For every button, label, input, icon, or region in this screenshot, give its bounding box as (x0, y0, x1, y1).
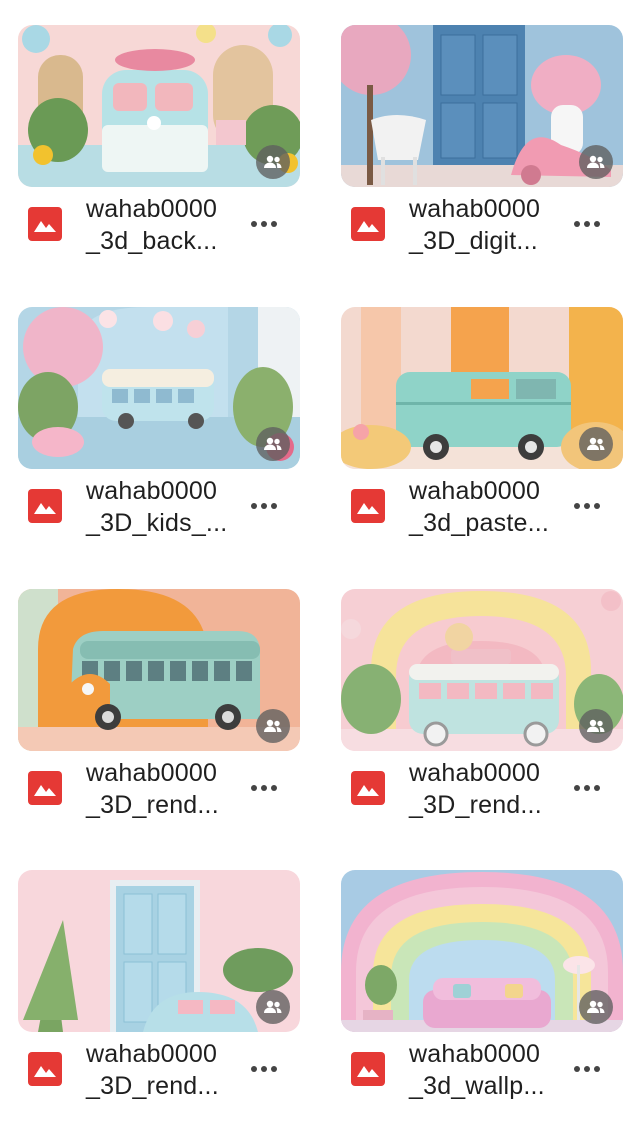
file-name-line2: _3d_wallp... (409, 1072, 545, 1100)
file-name: wahab0000 _3D_digit... (409, 193, 579, 257)
file-card[interactable]: wahab0000 _3D_rend... (18, 870, 300, 1120)
image-file-icon (351, 771, 385, 805)
thumbnail-image[interactable] (341, 25, 623, 187)
file-name: wahab0000 _3D_rend... (86, 1038, 256, 1102)
shared-people-icon (579, 427, 613, 461)
file-name-line1: wahab0000 (86, 477, 218, 505)
thumbnail-image[interactable] (341, 589, 623, 751)
more-options-icon[interactable] (246, 492, 282, 520)
image-file-icon (28, 207, 62, 241)
file-name: wahab0000 _3D_kids_... (86, 475, 256, 539)
file-name-line2: _3D_rend... (86, 1072, 219, 1100)
file-name-line2: _3D_rend... (86, 791, 219, 819)
image-file-icon (28, 771, 62, 805)
file-card[interactable]: wahab0000 _3d_back... (18, 25, 300, 275)
file-name-line2: _3D_kids_... (86, 509, 228, 537)
image-file-icon (351, 1052, 385, 1086)
file-name-line1: wahab0000 (409, 195, 541, 223)
file-name: wahab0000 _3D_rend... (86, 757, 256, 821)
file-name-line2: _3D_rend... (409, 791, 542, 819)
more-options-icon[interactable] (569, 774, 605, 802)
file-card[interactable]: wahab0000 _3D_kids_... (18, 307, 300, 557)
thumbnail-image[interactable] (18, 870, 300, 1032)
file-name-line2: _3d_paste... (409, 509, 550, 537)
shared-people-icon (579, 990, 613, 1024)
file-card[interactable]: wahab0000 _3D_rend... (18, 589, 300, 839)
more-options-icon[interactable] (569, 1055, 605, 1083)
shared-people-icon (256, 990, 290, 1024)
file-card[interactable]: wahab0000 _3D_digit... (341, 25, 623, 275)
file-name: wahab0000 _3d_wallp... (409, 1038, 579, 1102)
more-options-icon[interactable] (569, 492, 605, 520)
file-name-line1: wahab0000 (409, 1040, 541, 1068)
more-options-icon[interactable] (246, 210, 282, 238)
image-file-icon (351, 489, 385, 523)
more-options-icon[interactable] (569, 210, 605, 238)
more-options-icon[interactable] (246, 1055, 282, 1083)
shared-people-icon (579, 145, 613, 179)
file-name: wahab0000 _3d_paste... (409, 475, 579, 539)
thumbnail-image[interactable] (341, 307, 623, 469)
image-file-icon (351, 207, 385, 241)
thumbnail-image[interactable] (18, 589, 300, 751)
file-name-line1: wahab0000 (86, 195, 218, 223)
file-name-line1: wahab0000 (86, 759, 218, 787)
thumbnail-image[interactable] (18, 307, 300, 469)
image-file-icon (28, 1052, 62, 1086)
shared-people-icon (256, 427, 290, 461)
more-options-icon[interactable] (246, 774, 282, 802)
file-name-line2: _3d_back... (86, 227, 218, 255)
shared-people-icon (256, 709, 290, 743)
thumbnail-image[interactable] (341, 870, 623, 1032)
file-name: wahab0000 _3D_rend... (409, 757, 579, 821)
file-name-line1: wahab0000 (409, 759, 541, 787)
file-card[interactable]: wahab0000 _3d_paste... (341, 307, 623, 557)
file-name-line1: wahab0000 (409, 477, 541, 505)
file-name-line1: wahab0000 (86, 1040, 218, 1068)
file-card[interactable]: wahab0000 _3D_rend... (341, 589, 623, 839)
thumbnail-image[interactable] (18, 25, 300, 187)
file-name: wahab0000 _3d_back... (86, 193, 256, 257)
file-grid: wahab0000 _3d_back... wahab0000 _3D_digi… (0, 0, 640, 1145)
file-name-line2: _3D_digit... (409, 227, 538, 255)
shared-people-icon (256, 145, 290, 179)
file-card[interactable]: wahab0000 _3d_wallp... (341, 870, 623, 1120)
image-file-icon (28, 489, 62, 523)
shared-people-icon (579, 709, 613, 743)
